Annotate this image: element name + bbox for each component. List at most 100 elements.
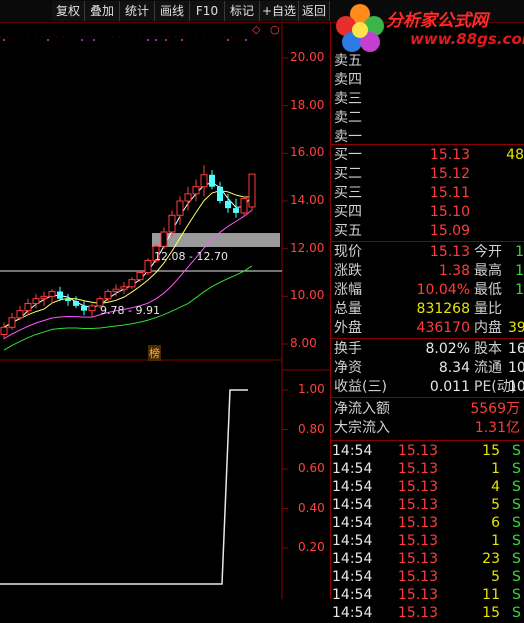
tick-side: S [512,461,521,477]
diamond-marker: ◇ [252,23,261,36]
bid-price: 15.11 [429,185,470,201]
bid-label: 买二 [334,166,362,182]
price-axis-label: 10.00 [290,288,325,303]
fundamental-value: 10 [508,379,524,395]
resistance-band [152,233,280,247]
tick-row: 14:54 15.13 15 S [332,604,524,623]
logo-title: 分析家公式网 [386,11,488,31]
ask-label: 卖二 [334,110,362,126]
bid-label: 买四 [334,204,362,220]
candle-body [225,201,231,209]
tick-time: 14:54 [332,587,373,603]
circle-marker: ○ [270,23,280,36]
stat-value: 15.13 [429,244,470,260]
stat-label: 涨幅 [334,282,362,298]
indicator-axis-label: 1.00 [298,382,325,396]
tick-side: S [512,533,521,549]
stat-value: 1 [515,282,524,298]
panel-separator [330,440,524,441]
indicator-axis-label: 0.80 [298,421,325,436]
candle-body [176,200,184,216]
tick-volume: 4 [491,479,500,495]
candle-body [168,214,176,233]
ask-row: 卖五 [332,52,522,71]
tick-volume: 15 [482,605,500,621]
tick-side: S [512,479,521,495]
tick-row: 14:54 15.13 11 S [332,586,524,605]
tick-row: 14:54 15.13 23 S [332,550,524,569]
bid-row: 买二 15.12 [332,165,524,184]
price-axis-label: 14.00 [290,193,325,207]
overlay-button[interactable]: 叠加 [85,1,120,21]
bid-label: 买三 [334,185,362,201]
candle-body [200,174,208,188]
candle-body [40,295,48,300]
restore-rights-button[interactable]: 复权 [52,1,85,21]
candle-body [240,198,248,214]
add-watchlist-button[interactable]: +自选 [260,1,299,21]
stat-label: 最高 [474,263,502,279]
ask-label: 卖五 [334,53,362,69]
candle-body [81,305,87,311]
tick-time: 14:54 [332,533,373,549]
tick-time: 14:54 [332,461,373,477]
stat-row: 涨幅 10.04% 最低 1 [332,281,524,300]
fundamental-label: 净资 [334,360,362,376]
stock-chart[interactable]: ◇ ○ [0,22,330,599]
stat-row: 现价 15.13 今开 1 [332,243,524,262]
statistics-button[interactable]: 统计 [120,1,155,21]
f10-button[interactable]: F10 [190,1,225,21]
fundamental-row: 换手 8.02% 股本 16 [332,340,524,359]
tick-time: 14:54 [332,569,373,585]
tick-price: 15.13 [397,605,438,621]
bid-row: 买五 15.09 [332,222,524,241]
stat-row: 外盘 436170内盘 395 [332,319,524,338]
back-button[interactable]: 返回 [299,1,330,21]
price-axis-label: 8.00 [290,336,317,350]
tick-price: 15.13 [397,533,438,549]
flow-label: 大宗流入 [334,420,390,436]
fundamental-label: 流通 [474,360,502,376]
bid-price: 15.13 [429,147,470,163]
logo-flower-icon [336,4,384,52]
stat-value: 395 [508,320,524,336]
stat-row: 总量 831268 量比 [332,300,524,319]
tag-label: 榜 [148,345,161,361]
tick-row: 14:54 15.13 15 S [332,442,524,461]
mark-button[interactable]: 标记 [225,1,260,21]
price-axis-label: 20.00 [290,50,325,64]
tick-volume: 1 [491,533,500,549]
indicator-line [0,389,248,585]
stat-label: 量比 [474,301,502,317]
ask-row: 卖三 [332,90,522,109]
fundamental-label: 股本 [474,341,502,357]
candle-body [136,272,144,281]
ask-row: 卖四 [332,71,522,90]
candle-body [120,286,128,290]
candle-body [8,317,16,328]
draw-line-button[interactable]: 画线 [155,1,190,21]
tick-price: 15.13 [397,461,438,477]
candle-body [73,301,79,306]
flow-value: 5569万 [470,401,520,417]
tick-time: 14:54 [332,605,373,621]
candle-body [32,298,40,304]
tick-volume: 11 [482,587,500,603]
candle-body [144,260,152,274]
candle-body [217,186,223,201]
ask-label: 卖四 [334,72,362,88]
tick-row: 14:54 15.13 4 S [332,478,524,497]
stat-label: 今开 [474,244,502,260]
ask-label: 卖三 [334,91,362,107]
stat-value: 1 [515,244,524,260]
tick-time: 14:54 [332,515,373,531]
candle-body [160,231,168,247]
zone-high-label: 12.08 - 12.70 [154,250,228,263]
tick-side: S [512,587,521,603]
tick-row: 14:54 15.13 5 S [332,496,524,515]
tick-side: S [512,605,521,621]
tick-price: 15.13 [397,479,438,495]
fundamental-value: 10 [508,360,524,376]
zone-low-label: 9.78 - 9.91 [100,304,160,317]
candle-body [233,208,239,213]
